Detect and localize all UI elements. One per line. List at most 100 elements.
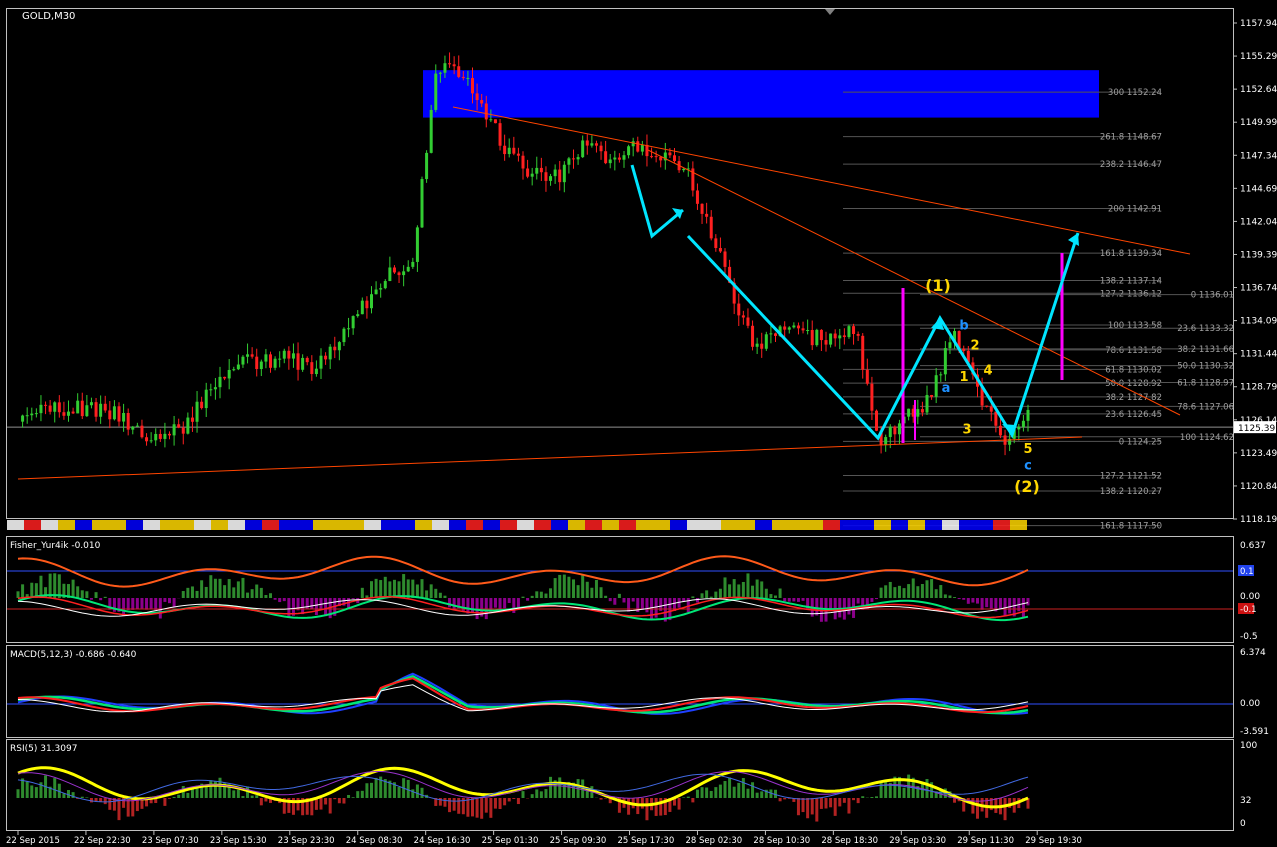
strip-segment (143, 520, 160, 530)
candle-body (149, 440, 153, 442)
rsi-axis: 100 32 0 (1240, 741, 1257, 829)
candle-body (480, 100, 484, 104)
macd-indicator-pane[interactable]: MACD(5,12,3) -0.686 -0.640 6.374 0.00 -3.5… (6, 645, 1270, 738)
candle-body (388, 267, 392, 282)
strip-segment (330, 520, 347, 530)
histogram-bar (558, 574, 562, 598)
strip-segment (670, 520, 687, 530)
candle-body (888, 426, 892, 438)
price-chart-pane[interactable]: 300 1152.24 261.8 1148.67 238.2 1146.47 200… (6, 8, 1277, 532)
histogram-bar (360, 790, 364, 798)
time-axis[interactable]: 22 Sep 2015 22 Sep 22:30 23 Sep 07:30 23 Se… (6, 831, 1082, 846)
supply-zone-layer (423, 70, 1099, 118)
fib-retrace-label: 100 1124.62 (1180, 433, 1234, 443)
candle-body (324, 355, 328, 360)
histogram-bar (53, 778, 57, 798)
histogram-bar (787, 598, 791, 602)
candle-body (792, 325, 796, 328)
candle-body (34, 413, 38, 415)
volume-color-strip (7, 520, 1027, 530)
candle-body (737, 303, 741, 316)
histogram-bar (516, 798, 520, 805)
histogram-bar (397, 787, 401, 798)
candle-body (89, 402, 93, 406)
price-axis[interactable]: 1157.94 1155.29 1152.64 1149.99 1147.34 1144.… (1233, 19, 1277, 525)
histogram-bar (30, 582, 34, 598)
candle-body (370, 294, 373, 309)
strip-segment (262, 520, 279, 530)
histogram-bar (163, 598, 167, 602)
histogram-bar (71, 579, 75, 598)
candle-body (328, 346, 332, 360)
histogram-bar (599, 798, 603, 800)
candle-body (269, 354, 272, 368)
candle-body (57, 402, 61, 413)
candle-body (884, 437, 888, 445)
candle-body (530, 173, 534, 177)
fib-retrace-label: 0 1136.01 (1191, 291, 1234, 301)
price-tick-label: 1142.04 (1240, 217, 1277, 227)
histogram-bar (879, 587, 883, 598)
candle-body (466, 78, 470, 80)
candle-body (617, 157, 621, 160)
candle-body (232, 369, 236, 371)
histogram-bar (85, 797, 89, 798)
price-tick-label: 1139.39 (1240, 250, 1277, 260)
rsi-indicator-pane[interactable]: RSI(5) 31.3097 100 32 0 (6, 739, 1258, 831)
candle-body (769, 333, 773, 335)
time-tick-label: 25 Sep 01:30 (482, 836, 539, 846)
histogram-bar (691, 596, 695, 598)
histogram-bar (590, 587, 594, 598)
histogram-bar (402, 574, 406, 598)
histogram-bar (213, 578, 217, 598)
histogram-bar (374, 777, 378, 798)
candle-body (498, 123, 502, 146)
histogram-bar (507, 598, 511, 603)
candle-body (443, 63, 447, 73)
histogram-bar (103, 596, 107, 598)
candle-body (25, 415, 29, 417)
histogram-bar (314, 598, 318, 616)
indicator-tick-label: 100 (1240, 741, 1257, 751)
strip-segment (568, 520, 585, 530)
candle-body (223, 376, 227, 379)
histogram-bar (236, 581, 240, 598)
histogram-bar (778, 588, 782, 598)
histogram-bar (154, 598, 158, 611)
histogram-bar (728, 584, 732, 598)
histogram-bar (503, 598, 507, 609)
histogram-bar (549, 776, 553, 798)
fib-retrace-label: 38.2 1131.66 (1177, 345, 1234, 355)
histogram-bar (838, 598, 842, 618)
candle-body (810, 330, 814, 346)
histogram-bar (875, 598, 878, 600)
histogram-bar (168, 798, 171, 799)
histogram-bar (695, 598, 699, 603)
histogram-bar (930, 579, 934, 598)
price-tick-label: 1147.34 (1240, 151, 1277, 161)
histogram-bar (852, 798, 856, 801)
histogram-bar (728, 777, 732, 798)
fisher-indicator-pane[interactable]: Fisher_Yur4ik -0.010 0.637 0.00 -0.5 0.1 -0.… (6, 536, 1266, 643)
histogram-bar (388, 581, 392, 598)
price-tick-label: 1157.94 (1240, 19, 1277, 29)
histogram-bar (953, 798, 957, 803)
candle-body (310, 362, 314, 375)
histogram-bar (838, 798, 842, 807)
histogram-bar (80, 796, 84, 798)
candle-body (209, 389, 213, 391)
strip-segment (279, 520, 296, 530)
candle-body (126, 412, 130, 430)
price-tick-label: 1131.44 (1240, 350, 1277, 360)
histogram-bar (925, 779, 929, 798)
histogram-bar (544, 593, 548, 598)
macd-pane-border (6, 645, 1234, 738)
fisher-marker-label: -0.1 (1240, 605, 1257, 615)
strip-segment (976, 520, 993, 530)
trading-chart-window: 300 1152.24261.8 1148.67238.2 1146.47200… (6, 8, 1277, 846)
histogram-bar (700, 593, 704, 598)
candle-body (397, 272, 401, 276)
candle-body (815, 329, 819, 346)
strip-segment (415, 520, 432, 530)
histogram-bar (480, 798, 484, 819)
